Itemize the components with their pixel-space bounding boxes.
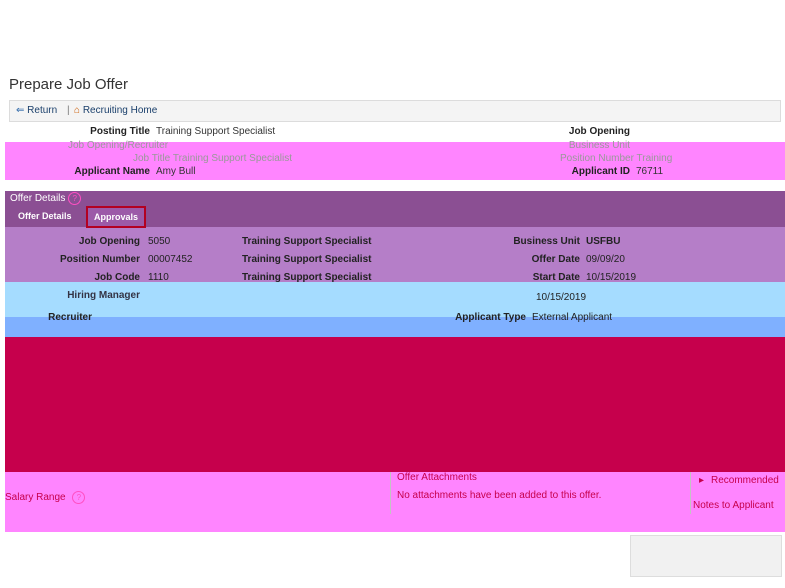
- salary-range-text: Salary Range: [5, 492, 66, 503]
- grid-offer-date-label: Offer Date: [531, 254, 580, 265]
- grid-start-date-value: 10/15/2019: [586, 272, 637, 283]
- offer-attachments-panel: Offer Attachments No attachments have be…: [390, 472, 681, 514]
- grid-business-unit-value: USFBU: [586, 236, 621, 247]
- job-title-line: Job Title Training Support Specialist: [133, 153, 292, 164]
- recommended-label[interactable]: Recommended: [711, 475, 779, 486]
- nav-separator: |: [67, 105, 70, 116]
- nav-bar: ⇐ Return | ⌂ Recruiting Home: [9, 100, 781, 122]
- home-icon: ⌂: [74, 105, 81, 116]
- grid-position-number-value: 00007452: [148, 254, 193, 265]
- recruiter-line: Job Opening/Recruiter: [68, 140, 169, 151]
- job-opening-label: Job Opening: [568, 126, 630, 137]
- grid-job-code-title: Training Support Specialist: [242, 272, 372, 283]
- offer-details-label: Offer Details ?: [10, 192, 82, 205]
- position-number-line: Position Number Training: [560, 153, 673, 164]
- grid-band-blue2: [5, 317, 785, 337]
- offer-attachments-label: Offer Attachments: [397, 472, 477, 483]
- business-unit-line: Business Unit: [568, 140, 630, 151]
- grid-offer-date-value: 09/09/20: [586, 254, 625, 265]
- salary-range-label: Salary Range ?: [5, 491, 86, 504]
- grid-business-unit-label: Business Unit: [513, 236, 580, 247]
- applicant-name-label: Applicant Name: [74, 166, 150, 177]
- expand-arrow-icon[interactable]: ▸: [699, 475, 704, 486]
- page-title: Prepare Job Offer: [9, 76, 128, 93]
- grid-position-number-label: Position Number: [59, 254, 140, 265]
- grid-job-opening-title: Training Support Specialist: [242, 236, 372, 247]
- grid-start-date-label: Start Date: [532, 272, 580, 283]
- tab-offer-details[interactable]: Offer Details: [12, 207, 78, 225]
- grid-job-opening-label: Job Opening: [78, 236, 140, 247]
- recommended-panel: ▸ Recommended Notes to Applicant: [690, 472, 785, 514]
- grid-expiration-value: 10/15/2019: [536, 292, 587, 303]
- applicant-id-label: Applicant ID: [571, 166, 630, 177]
- posting-title-value: Training Support Specialist: [156, 126, 276, 137]
- applicant-name-value: Amy Bull: [156, 166, 196, 177]
- grid-applicant-type-value: External Applicant: [532, 312, 613, 323]
- tab-approvals[interactable]: Approvals: [86, 206, 147, 228]
- return-label: Return: [27, 105, 58, 116]
- back-arrow-icon: ⇐: [16, 105, 25, 116]
- footer-bar: [630, 535, 782, 577]
- grid-job-code-label: Job Code: [94, 272, 140, 283]
- grid-job-code-value: 1110: [148, 272, 169, 283]
- recruiting-home-link[interactable]: ⌂ Recruiting Home: [74, 105, 157, 116]
- applicant-id-value: 76711: [636, 166, 664, 177]
- notes-to-applicant-label: Notes to Applicant: [693, 500, 774, 511]
- posting-title-label: Posting Title: [90, 126, 150, 137]
- salary-help-icon[interactable]: ?: [72, 491, 86, 504]
- no-attachments-text: No attachments have been added to this o…: [397, 490, 602, 501]
- help-icon[interactable]: ?: [68, 192, 82, 205]
- grid-position-number-title: Training Support Specialist: [242, 254, 372, 265]
- return-link[interactable]: ⇐ Return: [16, 105, 57, 116]
- grid-job-opening-value: 5050: [148, 236, 171, 247]
- grid-hiring-manager-label: Hiring Manager: [67, 290, 140, 301]
- recruiting-home-label: Recruiting Home: [82, 105, 158, 116]
- crimson-block: [5, 337, 785, 472]
- grid-applicant-type-label: Applicant Type: [455, 312, 526, 323]
- offer-details-text: Offer Details: [10, 193, 66, 204]
- grid-recruiter-label: Recruiter: [48, 312, 92, 323]
